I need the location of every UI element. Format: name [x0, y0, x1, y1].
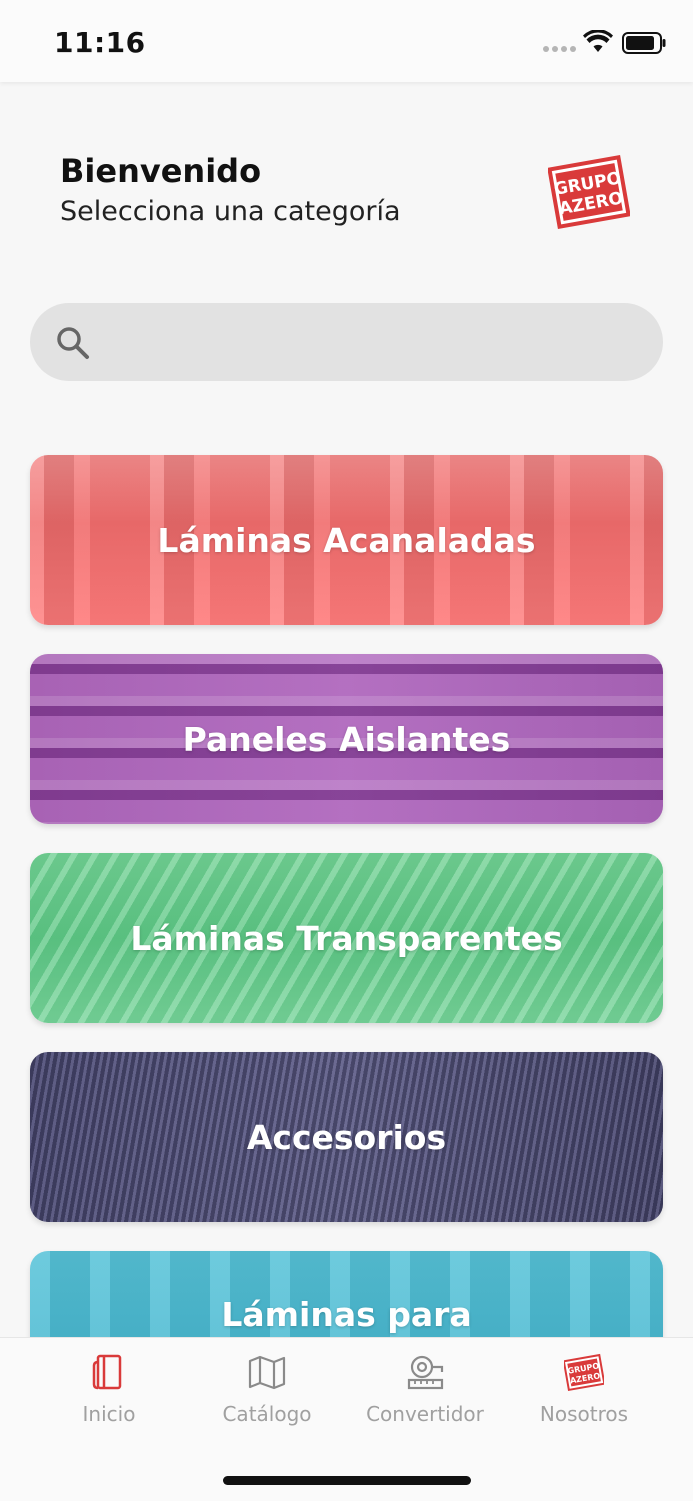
tape-measure-icon: [407, 1355, 444, 1390]
welcome-subtitle: Selecciona una categoría: [60, 196, 401, 227]
tab-inicio[interactable]: Inicio: [29, 1352, 189, 1432]
tab-label: Inicio: [82, 1402, 136, 1426]
map-icon: [248, 1355, 286, 1390]
welcome-title: Bienvenido: [60, 152, 262, 190]
category-label: Láminas Transparentes: [130, 918, 563, 958]
signal-icon: [543, 46, 576, 52]
status-time: 11:16: [54, 26, 146, 59]
wifi-icon: [583, 30, 613, 52]
grupo-azero-logo-icon: GRUPO AZERO: [564, 1353, 604, 1392]
category-label: Láminas Acanaladas: [157, 520, 536, 560]
tab-convertidor[interactable]: Convertidor: [345, 1352, 505, 1432]
tab-label: Nosotros: [539, 1402, 629, 1426]
category-list: Láminas Acanaladas Paneles Aislantes Lám…: [30, 455, 663, 1450]
search-bar[interactable]: [30, 303, 663, 381]
grupo-azero-logo: GRUPO AZERO: [548, 155, 630, 229]
search-input[interactable]: [110, 317, 634, 369]
book-icon: [92, 1354, 122, 1390]
tab-catalogo[interactable]: Catálogo: [187, 1352, 347, 1432]
tab-nosotros[interactable]: GRUPO AZERO Nosotros: [504, 1352, 664, 1432]
battery-icon: [622, 32, 666, 54]
category-label: Accesorios: [246, 1117, 447, 1157]
tab-label: Convertidor: [366, 1402, 484, 1426]
category-card-laminas-transparentes[interactable]: Láminas Transparentes: [30, 853, 663, 1023]
search-icon: [57, 327, 89, 359]
category-card-laminas-acanaladas[interactable]: Láminas Acanaladas: [30, 455, 663, 625]
category-card-accesorios[interactable]: Accesorios: [30, 1052, 663, 1222]
category-card-paneles-aislantes[interactable]: Paneles Aislantes: [30, 654, 663, 824]
home-indicator: [223, 1476, 471, 1485]
tab-label: Catálogo: [222, 1402, 312, 1426]
status-bar: 11:16: [0, 0, 693, 82]
category-label: Paneles Aislantes: [182, 719, 511, 759]
